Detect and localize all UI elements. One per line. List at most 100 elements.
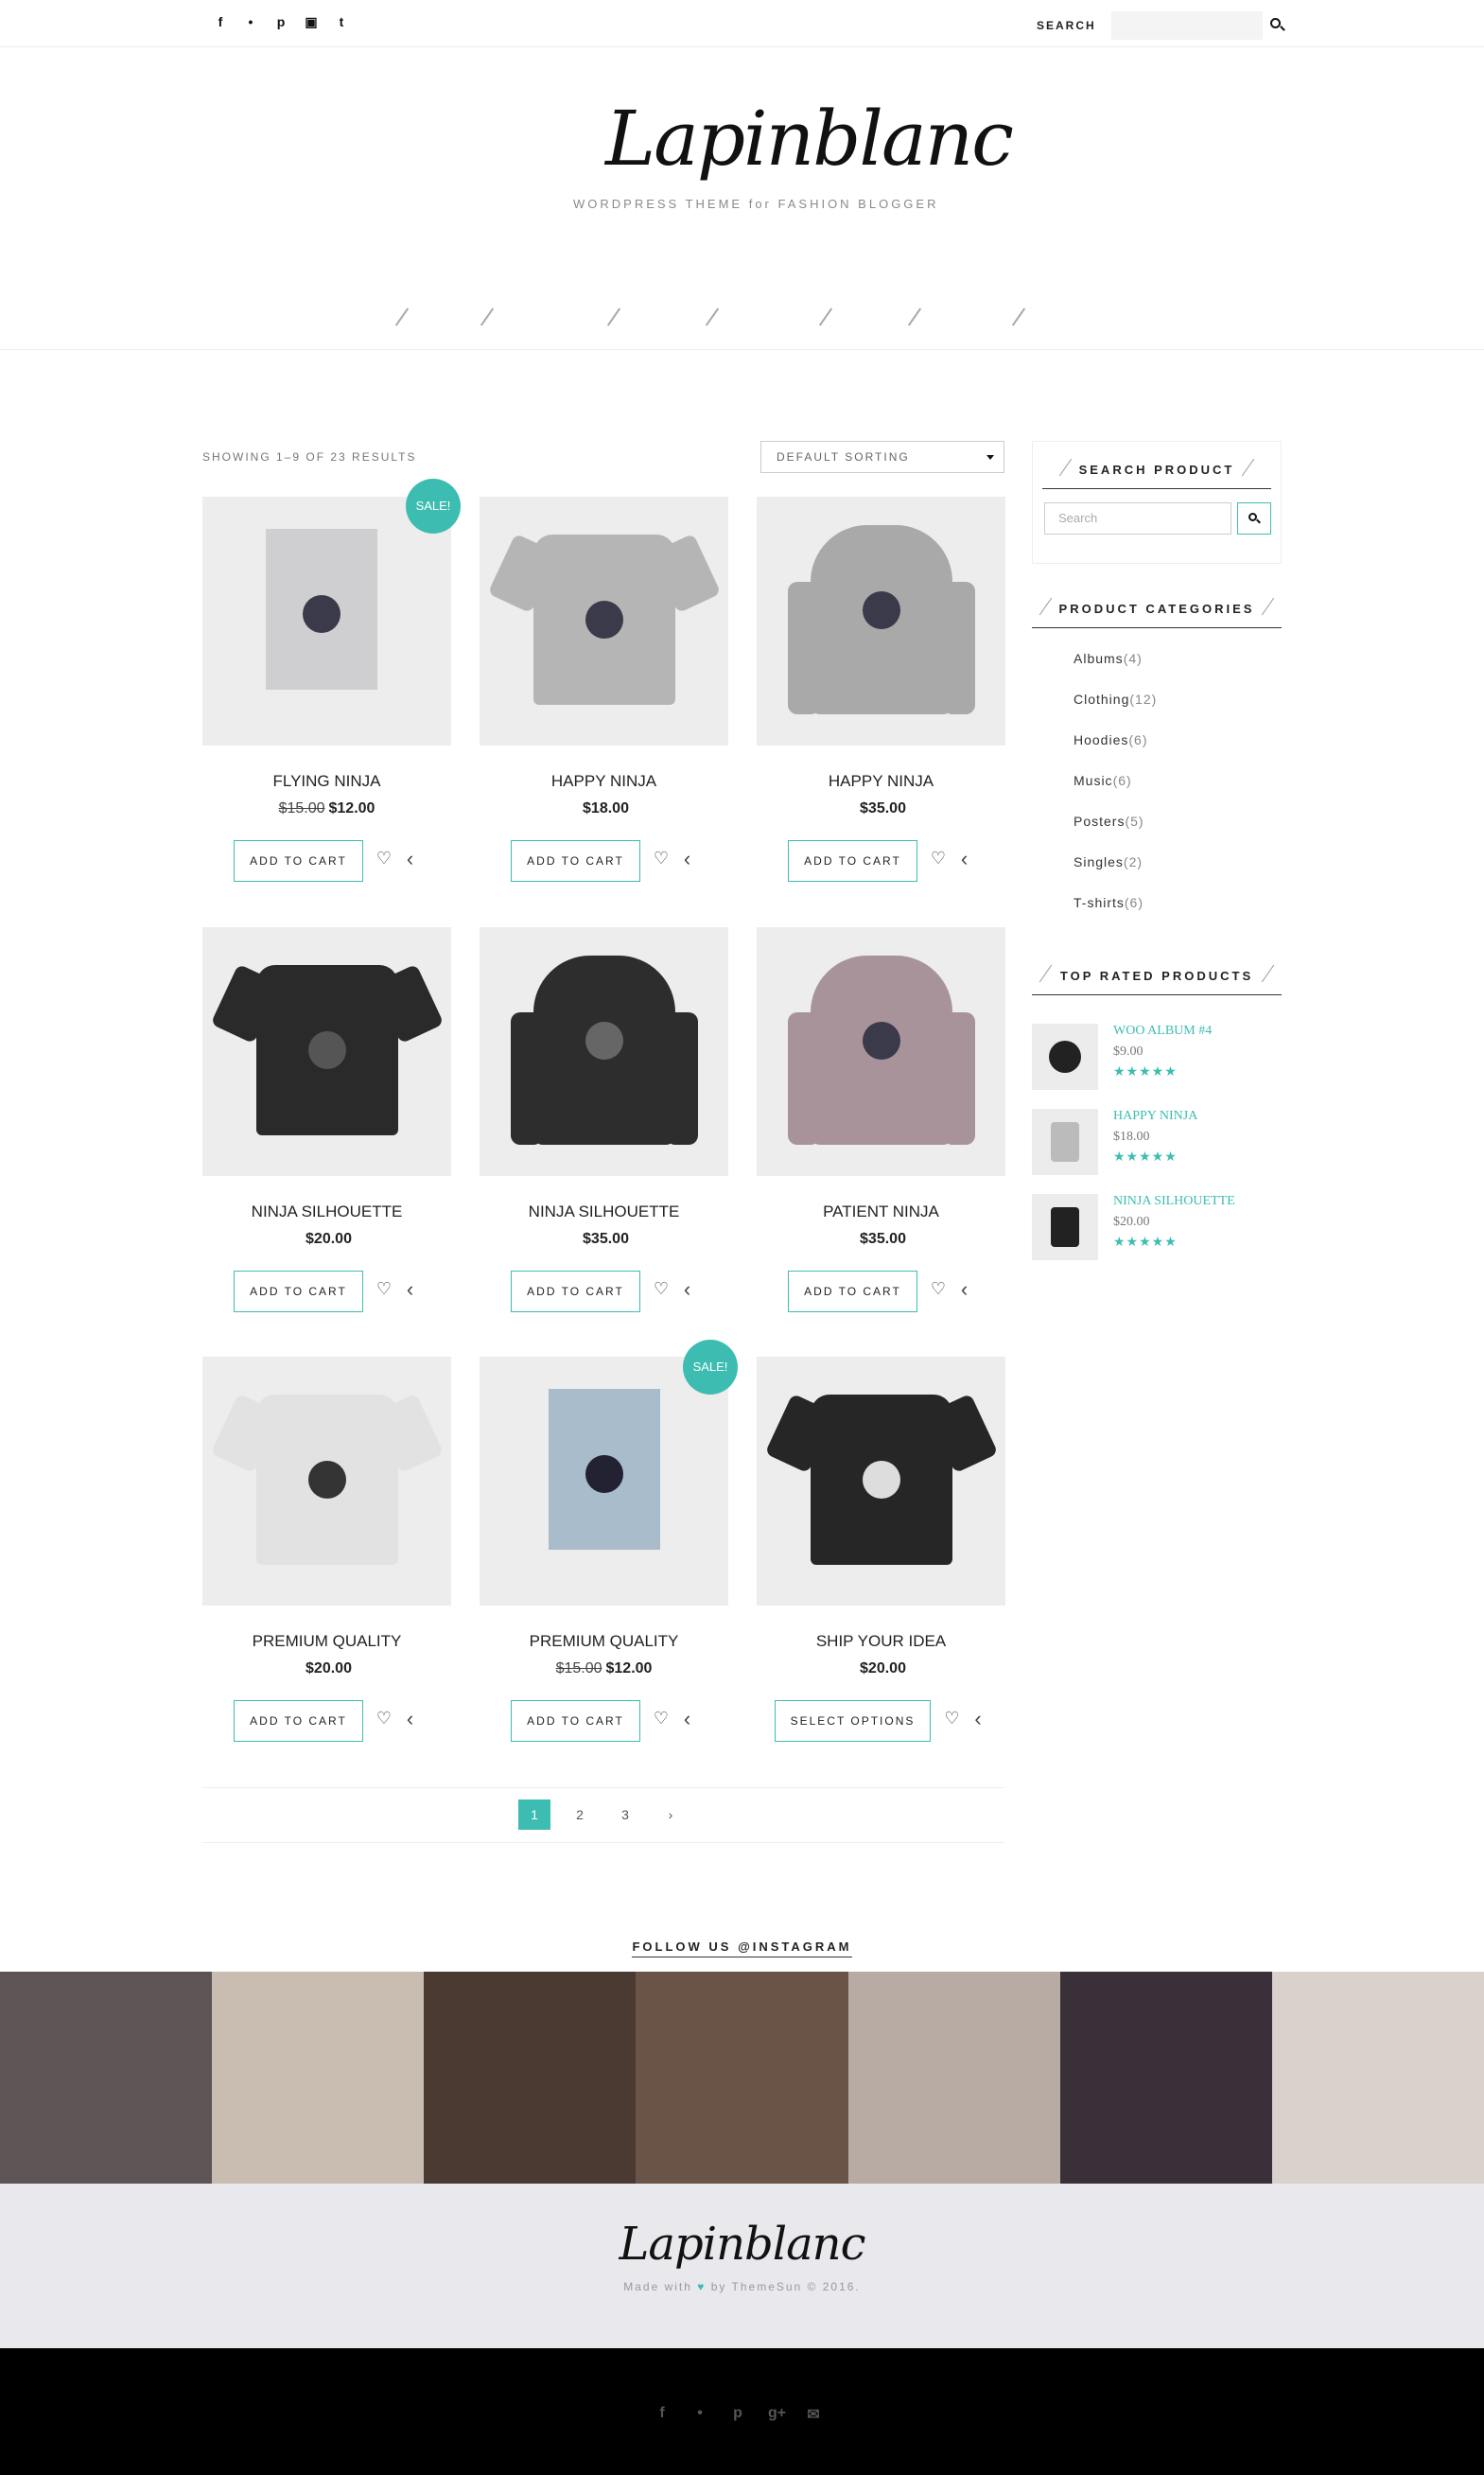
album-thumbnail[interactable] <box>1032 1024 1098 1090</box>
product-image[interactable] <box>480 1357 728 1606</box>
next-page-icon[interactable]: › <box>655 1799 687 1830</box>
category-item[interactable]: Clothing(12) <box>1074 692 1282 732</box>
wishlist-heart-icon[interactable] <box>654 849 669 869</box>
add-to-cart-button[interactable]: ADD TO CART <box>234 1271 363 1312</box>
site-logo[interactable]: Lapinblanc WORDPRESS THEME for FASHION B… <box>567 95 1014 255</box>
product-card: FLYING NINJA $15.00 $12.00 ADD TO CART <box>202 497 451 882</box>
search-input[interactable] <box>1110 11 1263 40</box>
wishlist-heart-icon[interactable] <box>944 1709 959 1729</box>
tumblr-icon[interactable]: t <box>333 13 350 30</box>
share-icon[interactable] <box>959 847 974 871</box>
tshirt-thumbnail[interactable] <box>1032 1194 1098 1260</box>
product-name[interactable]: NINJA SILHOUETTE <box>480 1202 728 1221</box>
category-item[interactable]: Posters(5) <box>1074 814 1282 854</box>
category-item[interactable]: Music(6) <box>1074 773 1282 814</box>
top-rated-name[interactable]: HAPPY NINJA <box>1113 1109 1197 1124</box>
product-actions: ADD TO CART <box>480 840 728 882</box>
top-rated-item[interactable]: WOO ALBUM #4 $9.00 ★★★★★ <box>1032 1024 1282 1109</box>
follow-instagram-link[interactable]: FOLLOW US @INSTAGRAM <box>632 1940 852 1957</box>
wishlist-heart-icon[interactable] <box>654 1279 669 1299</box>
footer-logo[interactable]: Lapinblanc <box>0 2218 1484 2271</box>
wishlist-heart-icon[interactable] <box>376 1709 392 1729</box>
hoodie-image <box>787 525 975 714</box>
product-image[interactable] <box>757 497 1005 746</box>
page-3[interactable]: 3 <box>609 1799 641 1830</box>
instagram-photo[interactable] <box>0 1972 213 2184</box>
product-name[interactable]: SHIP YOUR IDEA <box>757 1632 1005 1651</box>
category-item[interactable]: Albums(4) <box>1074 651 1282 692</box>
share-icon[interactable] <box>972 1707 987 1731</box>
top-rated-name[interactable]: NINJA SILHOUETTE <box>1113 1194 1235 1209</box>
product-search-input[interactable]: Search <box>1044 502 1231 535</box>
product-name[interactable]: FLYING NINJA <box>202 772 451 791</box>
add-to-cart-button[interactable]: ADD TO CART <box>511 1271 640 1312</box>
top-rated-name[interactable]: WOO ALBUM #4 <box>1113 1024 1212 1039</box>
share-icon[interactable] <box>682 1707 697 1731</box>
instagram-photo[interactable] <box>212 1972 425 2184</box>
search-icon[interactable] <box>1268 16 1287 35</box>
footer-credit: Made with ♥ by ThemeSun © 2016. <box>623 2280 861 2293</box>
wishlist-heart-icon[interactable] <box>931 1279 946 1299</box>
product-name[interactable]: PREMIUM QUALITY <box>480 1632 728 1651</box>
logo-script: Lapinblanc <box>605 95 1014 183</box>
sale-badge: SALE! <box>683 1340 738 1395</box>
product-name[interactable]: HAPPY NINJA <box>480 772 728 791</box>
title-slash <box>1039 597 1053 616</box>
share-icon[interactable] <box>405 1707 420 1731</box>
product-image[interactable] <box>757 927 1005 1176</box>
select-options-button[interactable]: SELECT OPTIONS <box>774 1700 932 1742</box>
product-name[interactable]: NINJA SILHOUETTE <box>202 1202 451 1221</box>
facebook-icon[interactable]: f <box>655 2405 670 2424</box>
add-to-cart-button[interactable]: ADD TO CART <box>511 840 640 882</box>
add-to-cart-button[interactable]: ADD TO CART <box>788 1271 917 1312</box>
mail-icon[interactable]: ✉ <box>806 2405 821 2424</box>
facebook-icon[interactable]: f <box>212 13 229 30</box>
sort-select[interactable]: DEFAULT SORTING <box>760 441 1004 473</box>
top-rated-item[interactable]: HAPPY NINJA $18.00 ★★★★★ <box>1032 1109 1282 1194</box>
instagram-photo[interactable] <box>847 1972 1060 2184</box>
pinterest-icon[interactable]: p <box>730 2405 745 2424</box>
page-2[interactable]: 2 <box>564 1799 596 1830</box>
add-to-cart-button[interactable]: ADD TO CART <box>511 1700 640 1742</box>
product-image[interactable] <box>480 497 728 746</box>
instagram-photo[interactable] <box>636 1972 848 2184</box>
share-icon[interactable] <box>682 847 697 871</box>
top-rated-item[interactable]: NINJA SILHOUETTE $20.00 ★★★★★ <box>1032 1194 1282 1279</box>
product-name[interactable]: HAPPY NINJA <box>757 772 1005 791</box>
wishlist-heart-icon[interactable] <box>376 1279 392 1299</box>
category-item[interactable]: T-shirts(6) <box>1074 895 1282 936</box>
product-image[interactable] <box>202 927 451 1176</box>
page-1[interactable]: 1 <box>518 1799 550 1830</box>
wishlist-heart-icon[interactable] <box>376 849 392 869</box>
share-icon[interactable] <box>405 847 420 871</box>
add-to-cart-button[interactable]: ADD TO CART <box>788 840 917 882</box>
pinterest-icon[interactable]: p <box>272 13 289 30</box>
product-image[interactable] <box>202 497 451 746</box>
share-icon[interactable] <box>959 1277 974 1302</box>
google-plus-icon[interactable]: g+ <box>768 2405 786 2424</box>
divider <box>202 1842 1004 1843</box>
product-image[interactable] <box>202 1357 451 1606</box>
add-to-cart-button[interactable]: ADD TO CART <box>234 840 363 882</box>
product-image[interactable] <box>757 1357 1005 1606</box>
wishlist-heart-icon[interactable] <box>654 1709 669 1729</box>
instagram-icon[interactable]: ▣ <box>303 13 320 30</box>
share-icon[interactable] <box>682 1277 697 1302</box>
instagram-photo[interactable] <box>1059 1972 1272 2184</box>
category-item[interactable]: Singles(2) <box>1074 854 1282 895</box>
twitter-icon[interactable]: • <box>242 13 259 30</box>
product-name[interactable]: PATIENT NINJA <box>757 1202 1005 1221</box>
instagram-photo[interactable] <box>424 1972 637 2184</box>
wishlist-heart-icon[interactable] <box>931 849 946 869</box>
category-item[interactable]: Hoodies(6) <box>1074 732 1282 773</box>
product-search-button[interactable] <box>1237 502 1271 535</box>
instagram-photo[interactable] <box>1271 1972 1484 2184</box>
share-icon[interactable] <box>405 1277 420 1302</box>
main-nav <box>0 293 1484 350</box>
product-actions: ADD TO CART <box>480 1700 728 1742</box>
tshirt-thumbnail[interactable] <box>1032 1109 1098 1175</box>
twitter-icon[interactable]: • <box>692 2405 707 2424</box>
product-image[interactable] <box>480 927 728 1176</box>
product-name[interactable]: PREMIUM QUALITY <box>202 1632 451 1651</box>
add-to-cart-button[interactable]: ADD TO CART <box>234 1700 363 1742</box>
